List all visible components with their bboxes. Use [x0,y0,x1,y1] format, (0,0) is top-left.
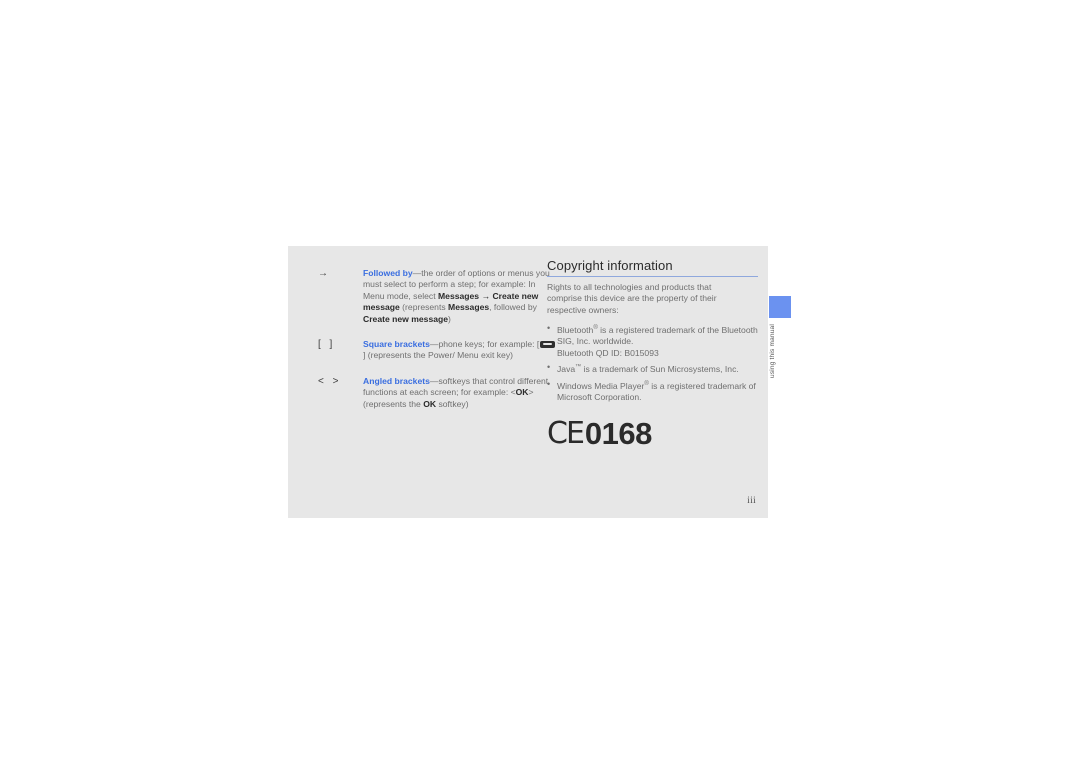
convention-dash: — [412,268,422,278]
convention-symbol-square-brackets: [ ] [318,339,336,351]
convention-bold-messages: Messages [438,290,480,301]
convention-row-followed-by: → Followed by—the order of options or me… [318,268,558,325]
convention-desc-part3: , followed by [489,302,537,313]
convention-term-square-brackets: Square brackets [363,339,430,350]
copyright-column: Copyright information Rights to all tech… [547,258,762,449]
convention-desc-ang-part3: softkey) [436,398,469,409]
convention-row-angled-brackets: < > Angled brackets—softkeys that contro… [318,376,558,410]
convention-desc-sq-part1: phone keys; for example: [ [438,339,540,350]
convention-text-followed-by: Followed by—the order of options or menu… [363,268,558,325]
section-side-tab: using this manual [769,296,791,378]
copyright-heading: Copyright information [547,258,673,273]
convention-desc-sq-part2: ] (represents the Power/ Menu exit key) [363,350,513,361]
convention-bold-ok-2: OK [423,398,437,409]
side-tab-swatch [769,296,791,318]
list-item: Windows Media Player® is a registered tr… [547,379,762,404]
convention-desc-part2: (represents [399,302,449,313]
trademark-name-java: Java [557,364,576,375]
convention-symbol-angled-brackets: < > [318,375,342,387]
list-item: Java™ is a trademark of Sun Microsystems… [547,362,762,375]
convention-inline-arrow-icon: → [479,290,493,301]
convention-row-square-brackets: [ ] Square brackets—phone keys; for exam… [318,339,558,362]
convention-symbol-arrow: → [318,268,331,279]
convention-term-angled-brackets: Angled brackets [363,375,430,386]
trademark-name-bluetooth: Bluetooth [557,325,594,336]
bluetooth-qd-id: Bluetooth QD ID: B015093 [557,347,659,358]
convention-bold-messages-2: Messages [448,302,490,313]
convention-text-square-brackets: Square brackets—phone keys; for example:… [363,339,558,362]
ce-logo-icon: CE [547,416,585,452]
copyright-intro-text: Rights to all technologies and products … [547,282,717,315]
page-number: iii [747,495,756,505]
list-item: Bluetooth® is a registered trademark of … [547,323,762,359]
convention-text-angled-brackets: Angled brackets—softkeys that control di… [363,376,558,410]
convention-desc-part4: ) [448,313,451,324]
manual-page: → Followed by—the order of options or me… [288,246,791,518]
conventions-column: → Followed by—the order of options or me… [318,268,558,421]
trademark-desc-java: is a trademark of Sun Microsystems, Inc. [581,364,739,375]
heading-divider [547,276,758,277]
ce-marking: CE 0168 [547,416,762,452]
convention-bold-ok: OK [515,387,529,398]
convention-bold-create-new-message-2: Create new message [363,313,449,324]
side-tab-label: using this manual [769,324,776,378]
ce-notified-body-number: 0168 [584,416,652,452]
copyright-trademark-list: Bluetooth® is a registered trademark of … [547,323,762,403]
trademark-name-wmp: Windows Media Player [557,380,645,391]
convention-term-followed-by: Followed by [363,268,413,278]
